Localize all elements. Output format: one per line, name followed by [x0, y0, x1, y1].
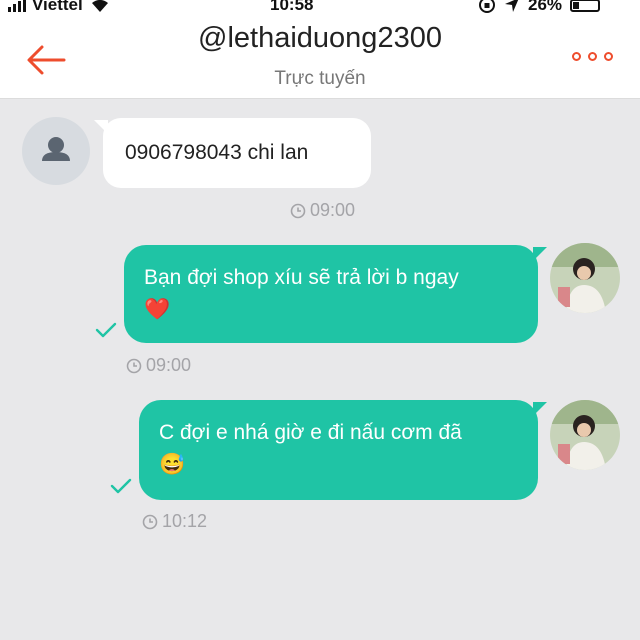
chat-header: @lethaiduong2300 Trực tuyến	[0, 16, 640, 99]
profile-photo	[550, 400, 620, 470]
wifi-icon	[91, 0, 108, 12]
chat-title: @lethaiduong2300	[198, 22, 442, 54]
heart-emoji: ❤️	[144, 298, 171, 321]
battery-icon	[570, 0, 601, 12]
battery-level	[573, 1, 580, 9]
orientation-lock-icon	[479, 0, 495, 13]
carrier-group: Viettel	[8, 0, 111, 15]
user-icon	[42, 137, 70, 161]
shop-avatar[interactable]	[550, 400, 620, 470]
read-check-icon	[95, 322, 117, 338]
clock-icon	[142, 514, 158, 529]
message-timestamp: 10:12	[142, 511, 207, 532]
message-timestamp: 09:00	[290, 200, 355, 221]
profile-photo	[550, 243, 620, 313]
message-text: Bạn đợi shop xíu sẽ trả lời b ngay	[144, 266, 459, 289]
timestamp-text: 10:12	[162, 511, 208, 531]
online-status: Trực tuyến	[274, 68, 366, 89]
contact-avatar[interactable]	[22, 117, 90, 185]
outgoing-message[interactable]: Bạn đợi shop xíu sẽ trả lời b ngay ❤️	[124, 245, 547, 343]
message-text: 0906798043 chi lan	[125, 141, 309, 164]
location-icon	[505, 0, 519, 12]
sweat-smile-emoji: 😅	[159, 453, 186, 476]
shop-avatar[interactable]	[550, 243, 620, 313]
clock-icon	[290, 203, 306, 218]
incoming-message[interactable]: 0906798043 chi lan	[94, 118, 371, 188]
dot-icon	[604, 52, 613, 61]
read-check-icon	[110, 478, 132, 494]
battery-percent: 26%	[528, 0, 563, 14]
more-options-button[interactable]	[572, 52, 613, 61]
message-timestamp: 09:00	[126, 355, 191, 376]
carrier-name: Viettel	[32, 0, 83, 14]
outgoing-message[interactable]: C đợi e nhá giờ e đi nấu cơm đã 😅	[139, 400, 547, 500]
clock-icon	[126, 358, 142, 373]
status-bar: Viettel 10:58 26%	[0, 0, 640, 16]
clock-time: 10:58	[270, 0, 314, 14]
message-text: C đợi e nhá giờ e đi nấu cơm đã	[159, 421, 462, 444]
status-right-group: 26%	[478, 0, 601, 15]
dot-icon	[572, 52, 581, 61]
timestamp-text: 09:00	[310, 200, 356, 220]
timestamp-text: 09:00	[146, 355, 192, 375]
signal-icon	[8, 0, 26, 12]
dot-icon	[588, 52, 597, 61]
